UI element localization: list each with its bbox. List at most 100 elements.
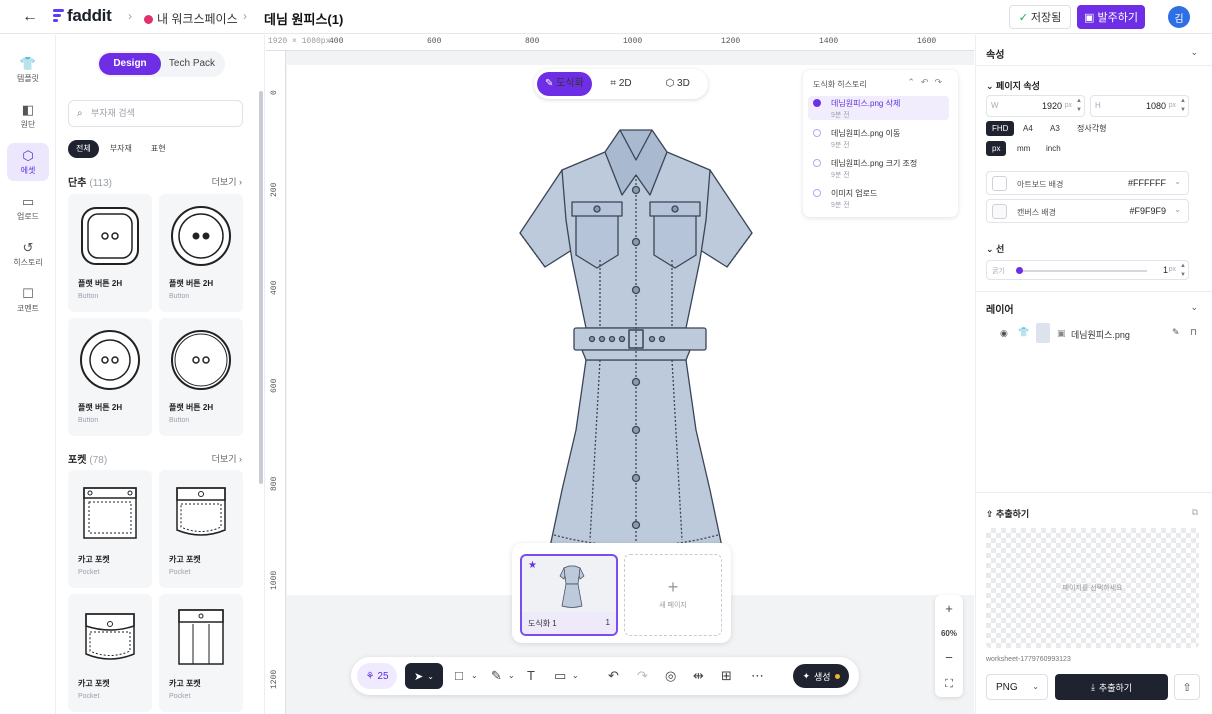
line-section-header[interactable]: ⌄ 선 [986, 242, 1004, 255]
palette-icon[interactable]: ◎ [665, 666, 676, 686]
pen-tool-icon[interactable]: ✎ [491, 666, 502, 686]
chevron-down-icon[interactable]: ⌄ [471, 666, 478, 686]
tab-flat-sketch[interactable]: ✎ 도식화 [537, 72, 592, 96]
chip-expression[interactable]: 표현 [143, 140, 174, 158]
rectangle-tool-icon[interactable]: □ [455, 666, 463, 686]
generate-button[interactable]: ✦ 생성 [793, 664, 849, 688]
thickness-slider[interactable]: 굵기 1 px ▲ ▼ [986, 260, 1189, 280]
zoom-in-icon[interactable]: + [945, 601, 953, 616]
search-input[interactable]: ⌕ 부자재 검색 [68, 100, 243, 127]
artboard-bg-field[interactable]: 아트보드 배경 #FFFFFF ⌄ [986, 171, 1189, 195]
chip-all[interactable]: 전체 [68, 140, 99, 158]
library-scrollbar[interactable] [259, 91, 263, 484]
rail-item-comment[interactable]: ☐ 코멘트 [7, 281, 49, 319]
canvas-area[interactable]: 1920 × 1080px 400 600 800 1000 1200 1400… [266, 35, 974, 714]
undo-icon[interactable]: ↶ [608, 666, 619, 686]
left-rail: 👕 템플릿 ◧ 원단 ⬡ 에셋 ▭ 업로드 ↺ 히스토리 ☐ 코멘트 [0, 35, 56, 714]
rail-label: 에셋 [20, 165, 36, 175]
asset-card[interactable]: 카고 포켓 Pocket [68, 594, 152, 712]
rail-item-history[interactable]: ↺ 히스토리 [7, 235, 49, 273]
page-props-header[interactable]: ⌄ 페이지 속성 [986, 79, 1040, 92]
rail-item-fabric[interactable]: ◧ 원단 [7, 97, 49, 135]
unit-mm[interactable]: mm [1011, 141, 1036, 156]
tab-2d[interactable]: ⌗ 2D [594, 72, 649, 96]
eye-icon[interactable]: ◉ [1000, 328, 1008, 339]
layer-row[interactable]: ◉ 👕 ▣ 데님원피스.png ✎ ⊓ [1000, 323, 1200, 345]
rail-item-assets[interactable]: ⬡ 에셋 [7, 143, 49, 181]
buttons-more-link[interactable]: 더보기 › [212, 175, 242, 188]
new-page-button[interactable]: + 새 페이지 [624, 554, 722, 636]
history-text: 데님원피스.png 삭제 [831, 99, 901, 108]
asset-card[interactable]: 카고 포켓 Pocket [159, 470, 243, 588]
document-title[interactable]: 데님 원피스(1) [264, 9, 343, 28]
flip-icon[interactable]: ⇹ [693, 666, 704, 686]
pockets-more-link[interactable]: 더보기 › [212, 452, 242, 465]
credit-badge[interactable]: ⚘ 25 [357, 663, 397, 689]
avatar[interactable]: 김 [1168, 6, 1190, 28]
rail-item-upload[interactable]: ▭ 업로드 [7, 189, 49, 227]
stepper-icon[interactable]: ▲ ▼ [1180, 262, 1186, 280]
breadcrumb-separator-icon: › [128, 9, 132, 23]
asset-card[interactable]: 플랫 버튼 2H Button [159, 318, 243, 436]
export-button[interactable]: ⤓ 추출하기 [1055, 674, 1168, 700]
chevron-down-icon[interactable]: ⌄ [572, 666, 579, 686]
preset-fhd[interactable]: FHD [986, 121, 1015, 136]
format-select[interactable]: PNG ⌄ [986, 674, 1048, 700]
saved-button[interactable]: ✓ 저장됨 [1009, 5, 1071, 29]
asset-card[interactable]: 카고 포켓 Pocket [68, 470, 152, 588]
height-field[interactable]: H 1080 px ▲ ▼ [1090, 95, 1189, 117]
preset-square[interactable]: 정사각형 [1071, 121, 1112, 136]
chevron-down-icon[interactable]: ⌄ [508, 666, 515, 686]
unit-inch[interactable]: inch [1040, 141, 1067, 156]
preset-a4[interactable]: A4 [1017, 121, 1039, 136]
select-tool-button[interactable]: ➤ ⌄ [405, 663, 443, 689]
slider-track[interactable] [1017, 270, 1147, 272]
more-icon[interactable]: ⋯ [751, 666, 764, 686]
asset-card[interactable]: 플랫 버튼 2H Button [68, 318, 152, 436]
text-tool-icon[interactable]: T [527, 666, 535, 686]
edit-icon[interactable]: ✎ [1172, 327, 1180, 338]
chevron-down-icon[interactable]: ⌄ [1190, 302, 1198, 313]
history-item[interactable]: 데님원피스.png 크기 조정 9분 전 [808, 156, 949, 180]
comment-tool-icon[interactable]: ▭ [554, 666, 566, 686]
asset-name: 플랫 버튼 2H [78, 279, 123, 288]
zoom-out-icon[interactable]: − [945, 650, 953, 665]
tab-label: 3D [677, 78, 690, 89]
redo-icon[interactable]: ↷ [637, 666, 648, 686]
unit-px[interactable]: px [986, 141, 1007, 156]
fit-screen-icon[interactable]: ⛶ [945, 678, 953, 691]
breadcrumb-workspace[interactable]: 내 워크스페이스 [144, 10, 238, 27]
back-arrow-icon[interactable]: ← [22, 8, 38, 26]
history-controls[interactable]: ⌃↶↷ [907, 77, 948, 88]
copy-icon[interactable]: ⧉ [1192, 507, 1198, 518]
share-button[interactable]: ⇧ [1174, 674, 1200, 700]
app-logo[interactable]: faddit [53, 6, 112, 26]
page-thumb[interactable]: ★ 도식화 11 [520, 554, 618, 636]
field-label: 굵기 [992, 268, 1005, 275]
tab-3d[interactable]: ⬡ 3D [650, 72, 705, 96]
slider-knob[interactable] [1016, 267, 1023, 274]
lock-icon[interactable]: ⊓ [1190, 327, 1197, 338]
tab-techpack[interactable]: Tech Pack [161, 53, 223, 75]
stepper-icon[interactable]: ▲ ▼ [1180, 97, 1186, 115]
group-icon[interactable]: ⊞ [721, 666, 732, 686]
rail-item-templates[interactable]: 👕 템플릿 [7, 51, 49, 89]
asset-card[interactable]: 플랫 버튼 2H Button [159, 194, 243, 312]
color-swatch[interactable] [992, 204, 1007, 219]
color-swatch[interactable] [992, 176, 1007, 191]
tab-design[interactable]: Design [99, 53, 161, 75]
history-item[interactable]: 데님원피스.png 이동 9분 전 [808, 126, 949, 150]
preset-a3[interactable]: A3 [1044, 121, 1066, 136]
canvas-bg-field[interactable]: 캔버스 배경 #F9F9F9 ⌄ [986, 199, 1189, 223]
stepper-icon[interactable]: ▲ ▼ [1076, 97, 1082, 115]
chevron-down-icon[interactable]: ⌄ [1190, 47, 1198, 58]
history-item[interactable]: 데님원피스.png 삭제 9분 전 [808, 96, 949, 120]
order-button[interactable]: ▣ 발주하기 [1077, 5, 1145, 29]
history-time: 9분 전 [831, 142, 850, 149]
chip-trims[interactable]: 부자재 [102, 140, 140, 158]
history-item[interactable]: 이미지 업로드 9분 전 [808, 186, 949, 210]
width-field[interactable]: W 1920 px ▲ ▼ [986, 95, 1085, 117]
history-bullet-icon [813, 129, 821, 137]
asset-card[interactable]: 카고 포켓 Pocket [159, 594, 243, 712]
asset-card[interactable]: 플랫 버튼 2H Button [68, 194, 152, 312]
